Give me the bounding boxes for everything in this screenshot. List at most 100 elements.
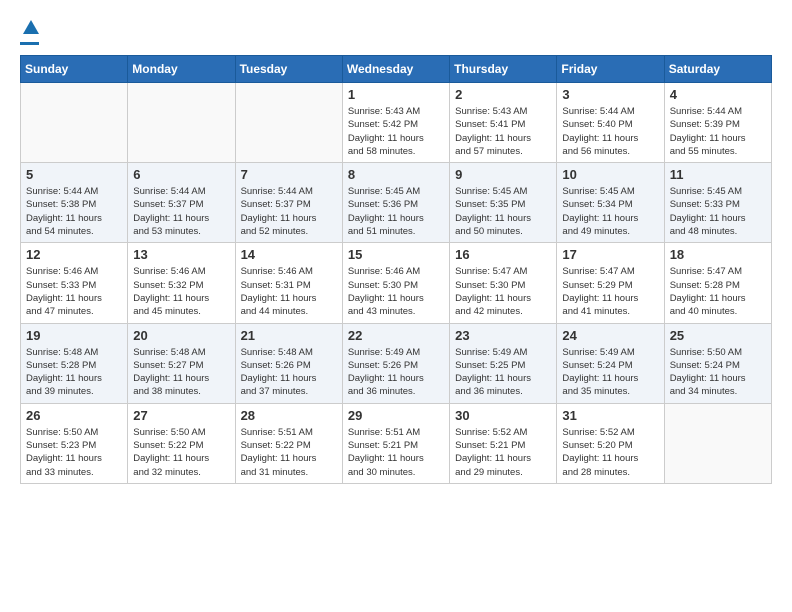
day-info: Sunrise: 5:47 AMSunset: 5:28 PMDaylight:… [670, 265, 766, 318]
calendar-day-cell: 4Sunrise: 5:44 AMSunset: 5:39 PMDaylight… [664, 83, 771, 163]
day-number: 14 [241, 247, 337, 262]
day-number: 8 [348, 167, 444, 182]
day-number: 13 [133, 247, 229, 262]
day-info: Sunrise: 5:50 AMSunset: 5:24 PMDaylight:… [670, 346, 766, 399]
calendar-day-cell: 27 Sunrise: 5:50 AMSunset: 5:22 PMDayligh… [128, 403, 235, 483]
day-info: Sunrise: 5:44 AMSunset: 5:38 PMDaylight:… [26, 185, 122, 238]
weekday-header-monday: Monday [128, 56, 235, 83]
day-number: 28 [241, 408, 337, 423]
day-info: Sunrise: 5:49 AMSunset: 5:24 PMDaylight:… [562, 346, 658, 399]
calendar-day-cell [664, 403, 771, 483]
day-info: Sunrise: 5:46 AMSunset: 5:32 PMDaylight:… [133, 265, 229, 318]
calendar-day-cell: 6 Sunrise: 5:44 AMSunset: 5:37 PMDaylight… [128, 163, 235, 243]
day-info: Sunrise: 5:43 AMSunset: 5:42 PMDaylight:… [348, 105, 444, 158]
logo [20, 20, 39, 45]
calendar-header-row: SundayMondayTuesdayWednesdayThursdayFrid… [21, 56, 772, 83]
day-number: 27 [133, 408, 229, 423]
day-number: 23 [455, 328, 551, 343]
day-info: Sunrise: 5:52 AMSunset: 5:21 PMDaylight:… [455, 426, 551, 479]
day-number: 26 [26, 408, 122, 423]
day-number: 22 [348, 328, 444, 343]
calendar-day-cell: 25Sunrise: 5:50 AMSunset: 5:24 PMDayligh… [664, 323, 771, 403]
day-info: Sunrise: 5:44 AMSunset: 5:39 PMDaylight:… [670, 105, 766, 158]
weekday-header-tuesday: Tuesday [235, 56, 342, 83]
day-number: 17 [562, 247, 658, 262]
calendar-day-cell: 5 Sunrise: 5:44 AMSunset: 5:38 PMDaylight… [21, 163, 128, 243]
calendar-week-row: 5 Sunrise: 5:44 AMSunset: 5:38 PMDaylight… [21, 163, 772, 243]
calendar-day-cell: 10 Sunrise: 5:45 AMSunset: 5:34 PMDayligh… [557, 163, 664, 243]
day-number: 2 [455, 87, 551, 102]
calendar-day-cell: 9Sunrise: 5:45 AMSunset: 5:35 PMDaylight… [450, 163, 557, 243]
calendar-day-cell [235, 83, 342, 163]
calendar-day-cell: 30Sunrise: 5:52 AMSunset: 5:21 PMDayligh… [450, 403, 557, 483]
calendar-day-cell: 16 Sunrise: 5:47 AMSunset: 5:30 PMDayligh… [450, 243, 557, 323]
weekday-header-saturday: Saturday [664, 56, 771, 83]
day-info: Sunrise: 5:49 AMSunset: 5:25 PMDaylight:… [455, 346, 551, 399]
day-number: 1 [348, 87, 444, 102]
day-number: 31 [562, 408, 658, 423]
day-info: Sunrise: 5:50 AMSunset: 5:22 PMDaylight:… [133, 426, 229, 479]
day-number: 24 [562, 328, 658, 343]
calendar-day-cell [128, 83, 235, 163]
calendar-day-cell: 29 Sunrise: 5:51 AMSunset: 5:21 PMDayligh… [342, 403, 449, 483]
day-info: Sunrise: 5:51 AMSunset: 5:22 PMDaylight:… [241, 426, 337, 479]
logo-underline [20, 42, 39, 45]
day-info: Sunrise: 5:43 AMSunset: 5:41 PMDaylight:… [455, 105, 551, 158]
day-info: Sunrise: 5:44 AMSunset: 5:40 PMDaylight:… [562, 105, 658, 158]
calendar-day-cell: 13 Sunrise: 5:46 AMSunset: 5:32 PMDayligh… [128, 243, 235, 323]
day-number: 21 [241, 328, 337, 343]
calendar-day-cell: 8 Sunrise: 5:45 AMSunset: 5:36 PMDaylight… [342, 163, 449, 243]
day-info: Sunrise: 5:52 AMSunset: 5:20 PMDaylight:… [562, 426, 658, 479]
calendar-day-cell: 31 Sunrise: 5:52 AMSunset: 5:20 PMDayligh… [557, 403, 664, 483]
day-info: Sunrise: 5:45 AMSunset: 5:35 PMDaylight:… [455, 185, 551, 238]
weekday-header-thursday: Thursday [450, 56, 557, 83]
day-info: Sunrise: 5:45 AMSunset: 5:36 PMDaylight:… [348, 185, 444, 238]
calendar-day-cell: 2 Sunrise: 5:43 AMSunset: 5:41 PMDaylight… [450, 83, 557, 163]
calendar-day-cell: 23 Sunrise: 5:49 AMSunset: 5:25 PMDayligh… [450, 323, 557, 403]
calendar-day-cell: 24 Sunrise: 5:49 AMSunset: 5:24 PMDayligh… [557, 323, 664, 403]
day-info: Sunrise: 5:44 AMSunset: 5:37 PMDaylight:… [241, 185, 337, 238]
day-info: Sunrise: 5:50 AMSunset: 5:23 PMDaylight:… [26, 426, 122, 479]
day-info: Sunrise: 5:47 AMSunset: 5:29 PMDaylight:… [562, 265, 658, 318]
day-number: 20 [133, 328, 229, 343]
weekday-header-friday: Friday [557, 56, 664, 83]
calendar-day-cell: 14 Sunrise: 5:46 AMSunset: 5:31 PMDayligh… [235, 243, 342, 323]
calendar-week-row: 1 Sunrise: 5:43 AMSunset: 5:42 PMDaylight… [21, 83, 772, 163]
day-number: 5 [26, 167, 122, 182]
day-info: Sunrise: 5:47 AMSunset: 5:30 PMDaylight:… [455, 265, 551, 318]
day-number: 15 [348, 247, 444, 262]
day-info: Sunrise: 5:45 AMSunset: 5:34 PMDaylight:… [562, 185, 658, 238]
day-info: Sunrise: 5:46 AMSunset: 5:33 PMDaylight:… [26, 265, 122, 318]
day-number: 29 [348, 408, 444, 423]
calendar-day-cell: 7 Sunrise: 5:44 AMSunset: 5:37 PMDaylight… [235, 163, 342, 243]
logo-icon [23, 20, 39, 34]
day-number: 12 [26, 247, 122, 262]
calendar-day-cell: 28 Sunrise: 5:51 AMSunset: 5:22 PMDayligh… [235, 403, 342, 483]
day-number: 3 [562, 87, 658, 102]
calendar-day-cell: 19Sunrise: 5:48 AMSunset: 5:28 PMDayligh… [21, 323, 128, 403]
day-info: Sunrise: 5:44 AMSunset: 5:37 PMDaylight:… [133, 185, 229, 238]
day-number: 19 [26, 328, 122, 343]
day-info: Sunrise: 5:51 AMSunset: 5:21 PMDaylight:… [348, 426, 444, 479]
page-header [20, 20, 772, 45]
calendar-day-cell: 26 Sunrise: 5:50 AMSunset: 5:23 PMDayligh… [21, 403, 128, 483]
day-number: 10 [562, 167, 658, 182]
day-number: 6 [133, 167, 229, 182]
calendar-day-cell: 18Sunrise: 5:47 AMSunset: 5:28 PMDayligh… [664, 243, 771, 323]
calendar-day-cell: 17 Sunrise: 5:47 AMSunset: 5:29 PMDayligh… [557, 243, 664, 323]
calendar-day-cell: 20 Sunrise: 5:48 AMSunset: 5:27 PMDayligh… [128, 323, 235, 403]
day-number: 16 [455, 247, 551, 262]
calendar-day-cell [21, 83, 128, 163]
day-info: Sunrise: 5:48 AMSunset: 5:27 PMDaylight:… [133, 346, 229, 399]
calendar-day-cell: 15 Sunrise: 5:46 AMSunset: 5:30 PMDayligh… [342, 243, 449, 323]
calendar-week-row: 19Sunrise: 5:48 AMSunset: 5:28 PMDayligh… [21, 323, 772, 403]
day-number: 7 [241, 167, 337, 182]
calendar-day-cell: 11Sunrise: 5:45 AMSunset: 5:33 PMDayligh… [664, 163, 771, 243]
day-info: Sunrise: 5:46 AMSunset: 5:31 PMDaylight:… [241, 265, 337, 318]
calendar-day-cell: 1 Sunrise: 5:43 AMSunset: 5:42 PMDaylight… [342, 83, 449, 163]
day-number: 11 [670, 167, 766, 182]
day-info: Sunrise: 5:46 AMSunset: 5:30 PMDaylight:… [348, 265, 444, 318]
calendar-week-row: 26 Sunrise: 5:50 AMSunset: 5:23 PMDayligh… [21, 403, 772, 483]
weekday-header-sunday: Sunday [21, 56, 128, 83]
calendar-day-cell: 3 Sunrise: 5:44 AMSunset: 5:40 PMDaylight… [557, 83, 664, 163]
